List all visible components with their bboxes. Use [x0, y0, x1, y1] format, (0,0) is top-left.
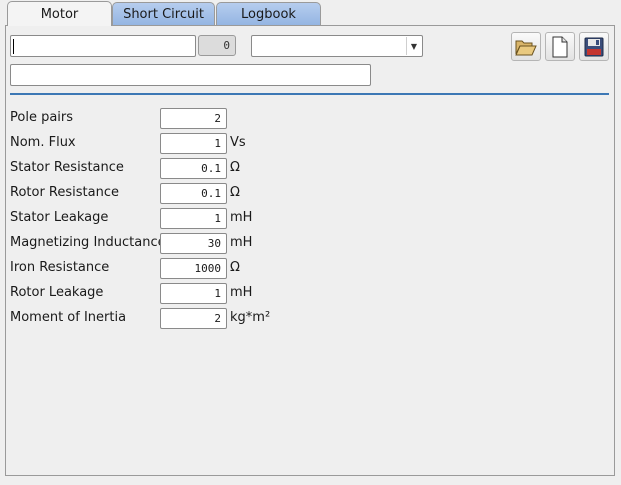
iron-resistance-input[interactable]: 1000 [160, 258, 227, 279]
rotor-resistance-unit: Ω [230, 185, 240, 200]
rotor-resistance-input[interactable]: 0.1 [160, 183, 227, 204]
new-file-button[interactable] [545, 32, 575, 61]
folder-open-icon [515, 40, 537, 55]
rotor-leakage-label: Rotor Leakage [10, 285, 104, 300]
nom-flux-input[interactable]: 1 [160, 133, 227, 154]
magnetizing-inductance-unit: mH [230, 235, 253, 250]
pole-pairs-label: Pole pairs [10, 110, 74, 125]
moment-of-inertia-input[interactable]: 2 [160, 308, 227, 329]
chevron-down-icon[interactable]: ▼ [406, 37, 421, 55]
iron-resistance-unit: Ω [230, 260, 240, 275]
new-file-icon [552, 36, 568, 57]
moment-of-inertia-label: Moment of Inertia [10, 310, 127, 325]
moment-of-inertia-unit: kg*m² [230, 310, 271, 325]
nom-flux-label: Nom. Flux [10, 135, 76, 150]
motor-name-input[interactable] [10, 35, 196, 57]
tab-motor[interactable]: Motor [7, 1, 112, 26]
tab-short-circuit[interactable]: Short Circuit [112, 2, 215, 26]
motor-description-input[interactable] [10, 64, 371, 86]
motor-selector-combo[interactable]: ▼ [251, 35, 423, 57]
text-caret [13, 39, 14, 54]
nom-flux-unit: Vs [230, 135, 246, 150]
stator-resistance-input[interactable]: 0.1 [160, 158, 227, 179]
rotor-resistance-label: Rotor Resistance [10, 185, 119, 200]
stator-leakage-input[interactable]: 1 [160, 208, 227, 229]
header-separator [10, 93, 609, 95]
stator-leakage-label: Stator Leakage [10, 210, 109, 225]
rotor-leakage-input[interactable]: 1 [160, 283, 227, 304]
open-button[interactable] [511, 32, 541, 61]
magnetizing-inductance-input[interactable]: 30 [160, 233, 227, 254]
rotor-leakage-unit: mH [230, 285, 253, 300]
stator-resistance-unit: Ω [230, 160, 240, 175]
pole-pairs-input[interactable]: 2 [160, 108, 227, 129]
motor-id-field[interactable]: 0 [198, 35, 236, 56]
save-button[interactable] [579, 32, 609, 61]
iron-resistance-label: Iron Resistance [10, 260, 110, 275]
stator-resistance-label: Stator Resistance [10, 160, 124, 175]
stator-leakage-unit: mH [230, 210, 253, 225]
magnetizing-inductance-label: Magnetizing Inductance [10, 235, 166, 250]
save-icon [584, 37, 604, 56]
tab-logbook[interactable]: Logbook [216, 2, 321, 26]
